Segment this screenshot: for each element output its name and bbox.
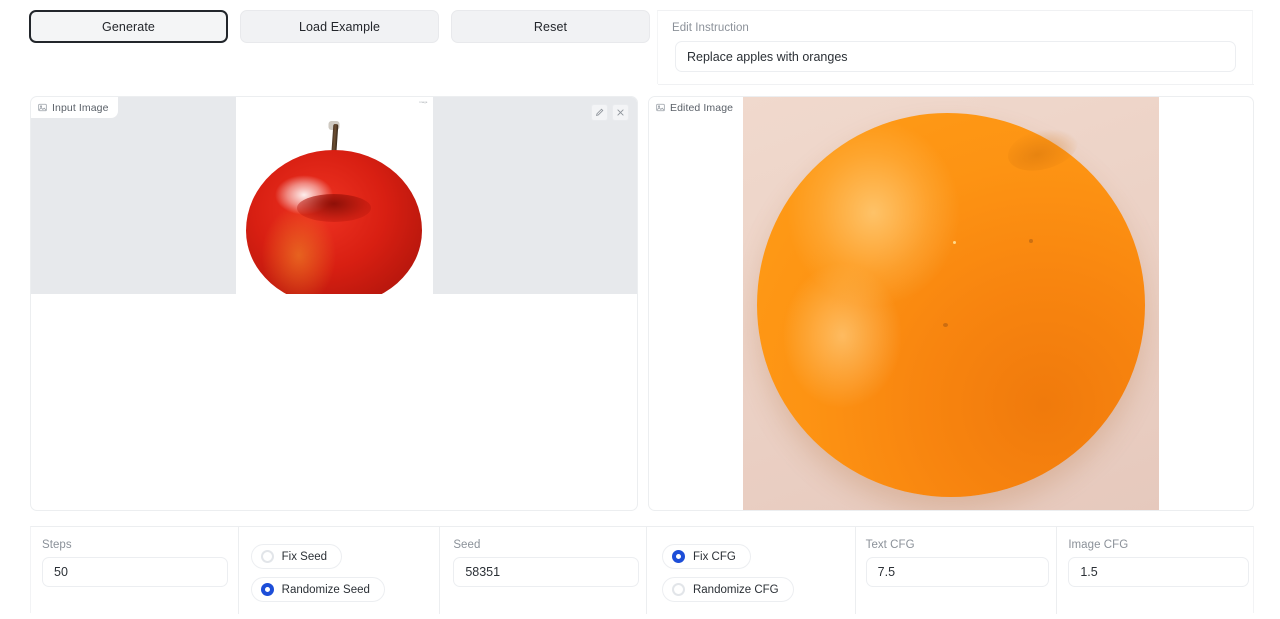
- apple-notch: [297, 194, 371, 222]
- image-cfg-input[interactable]: [1068, 557, 1250, 587]
- steps-input[interactable]: [42, 557, 228, 587]
- image-cfg-label: Image CFG: [1068, 539, 1129, 551]
- radio-indicator-icon: [671, 583, 685, 596]
- steps-label: Steps: [42, 539, 72, 551]
- radio-indicator-icon: [260, 550, 274, 563]
- radio-randomize-seed-label: Randomize Seed: [281, 583, 370, 596]
- radio-fix-cfg[interactable]: Fix CFG: [661, 544, 751, 569]
- orange-speck: [943, 322, 948, 327]
- clear-image-button[interactable]: [612, 104, 629, 121]
- input-image-tools: [591, 104, 629, 121]
- edited-image-badge: Edited Image: [649, 97, 743, 118]
- edited-image-panel: Edited Image: [648, 96, 1254, 511]
- seed-mode-radio-group: Fix Seed Randomize Seed: [250, 539, 440, 602]
- steps-control: Steps: [31, 527, 238, 614]
- parameter-controls-bar: Steps Fix Seed Randomize Seed Seed: [30, 526, 1254, 614]
- edit-instruction-block: Edit Instruction: [657, 10, 1254, 85]
- text-cfg-input[interactable]: [865, 557, 1049, 587]
- input-image-content: image: [235, 97, 433, 294]
- cfg-mode-control: Fix CFG Randomize CFG: [645, 527, 855, 614]
- input-image-badge-label: Input Image: [52, 101, 109, 114]
- action-button-group: Generate Load Example Reset: [0, 0, 650, 43]
- image-icon: [38, 103, 47, 112]
- radio-indicator-icon: [671, 550, 685, 563]
- input-image-panel: Input Image image: [30, 96, 638, 511]
- input-image-letterbox[interactable]: image: [31, 97, 637, 294]
- text-cfg-control: Text CFG: [854, 527, 1057, 614]
- pencil-icon: [595, 104, 604, 122]
- close-icon: [616, 104, 625, 122]
- edited-image-badge-label: Edited Image: [670, 101, 734, 114]
- load-example-button[interactable]: Load Example: [240, 10, 439, 43]
- seed-input[interactable]: [453, 557, 640, 587]
- radio-randomize-seed[interactable]: Randomize Seed: [250, 577, 385, 602]
- edited-image-content[interactable]: [743, 97, 1159, 510]
- generate-button-label: Generate: [102, 19, 155, 34]
- radio-fix-seed[interactable]: Fix Seed: [250, 544, 343, 569]
- orange-fruit: [757, 112, 1145, 497]
- radio-randomize-cfg[interactable]: Randomize CFG: [661, 577, 794, 602]
- image-icon: [656, 103, 665, 112]
- radio-randomize-cfg-label: Randomize CFG: [692, 583, 779, 596]
- radio-fix-seed-label: Fix Seed: [281, 550, 328, 563]
- generate-button[interactable]: Generate: [29, 10, 228, 43]
- reset-button-label: Reset: [533, 19, 568, 34]
- orange-speck: [1029, 238, 1033, 243]
- app-root: Generate Load Example Reset Edit Instruc…: [0, 0, 1280, 619]
- text-cfg-label: Text CFG: [865, 539, 915, 551]
- edit-instruction-input[interactable]: [675, 41, 1236, 72]
- reset-button[interactable]: Reset: [451, 10, 650, 43]
- edit-instruction-label: Edit Instruction: [672, 22, 749, 34]
- apple-body: [246, 150, 422, 294]
- seed-mode-control: Fix Seed Randomize Seed: [237, 527, 440, 614]
- input-image-badge: Input Image: [31, 97, 118, 118]
- instruction-divider: [658, 84, 1254, 85]
- image-watermark: image: [419, 101, 428, 104]
- seed-control: Seed: [439, 527, 646, 614]
- load-example-button-label: Load Example: [298, 19, 381, 34]
- cfg-mode-radio-group: Fix CFG Randomize CFG: [661, 539, 855, 602]
- orange-dimple: [1002, 119, 1084, 178]
- radio-fix-cfg-label: Fix CFG: [692, 550, 736, 563]
- image-cfg-control: Image CFG: [1056, 527, 1253, 614]
- edit-image-button[interactable]: [591, 104, 608, 121]
- radio-indicator-icon: [260, 583, 274, 596]
- orange-speck: [953, 240, 956, 244]
- seed-label: Seed: [453, 539, 481, 551]
